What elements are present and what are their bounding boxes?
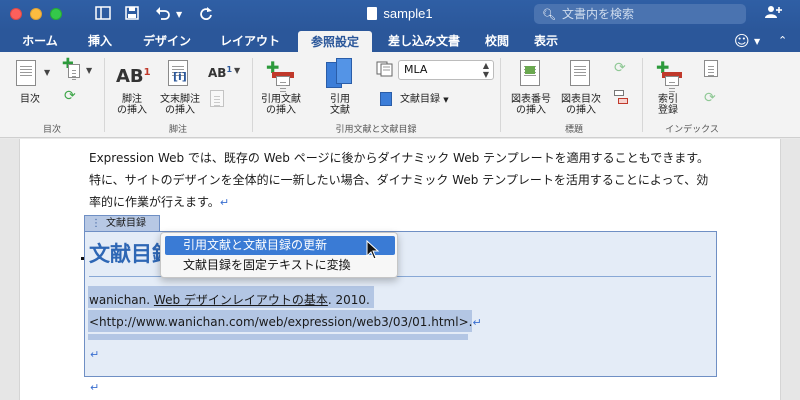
entry-url: <http://www.wanichan.com/web/expression/… bbox=[89, 315, 473, 329]
paragraph-mark-icon: ↵ bbox=[472, 316, 482, 329]
insert-footnote-button[interactable]: AB1 bbox=[116, 62, 151, 90]
tab-view[interactable]: 表示 bbox=[526, 30, 566, 52]
group-separator bbox=[500, 58, 501, 132]
convert-to-static-text-menu-item[interactable]: 文献目録を固定テキストに変換 bbox=[165, 256, 395, 275]
update-index-icon[interactable]: ⟳ bbox=[704, 90, 716, 106]
update-toc-icon[interactable]: ⟳ bbox=[64, 88, 76, 104]
books-icon-back bbox=[336, 58, 352, 84]
tab-home[interactable]: ホーム bbox=[10, 30, 70, 52]
toc-button[interactable] bbox=[16, 60, 40, 90]
paragraph-mark-icon: ↵ bbox=[90, 381, 100, 394]
show-notes-icon[interactable] bbox=[210, 90, 224, 107]
mark-entry-label: 索引 登録 bbox=[658, 94, 678, 116]
insert-citation-doc-icon bbox=[276, 76, 290, 86]
tab-mailings[interactable]: 差し込み文書 bbox=[378, 30, 470, 52]
tab-insert[interactable]: 挿入 bbox=[77, 30, 123, 52]
search-field[interactable]: 🔍︎ 文書内を検索 bbox=[534, 4, 746, 24]
paragraph-line-last: 率的に作業が行えます。↵ bbox=[89, 194, 229, 211]
caption-picture-icon bbox=[525, 66, 535, 74]
insert-table-of-figures-label: 図表目次 の挿入 bbox=[561, 94, 601, 116]
mark-entry-doc-icon bbox=[665, 76, 679, 86]
insert-endnote-button[interactable]: [i] bbox=[164, 60, 194, 90]
add-text-doc-icon bbox=[68, 64, 80, 78]
captions-group-label: 標題 bbox=[564, 125, 583, 135]
insert-footnote-label: 脚注 の挿入 bbox=[117, 94, 147, 116]
bibliography-label: 文献目録 bbox=[400, 94, 440, 105]
ribbon: ▼ 目次 ✚ ▼ ⟳ 目次 AB1 脚注 の挿入 [i] 文末脚注 の挿入 AB… bbox=[0, 52, 800, 138]
tab-references[interactable]: 参照設定 bbox=[298, 31, 372, 52]
document-icon bbox=[367, 7, 378, 20]
insert-caption-label: 図表番号 の挿入 bbox=[511, 94, 551, 116]
citations-group-label: 引用文献と文献目録 bbox=[335, 125, 417, 135]
style-icon bbox=[376, 61, 394, 77]
table-of-figures-icon bbox=[570, 60, 590, 86]
citation-label: 引用 文献 bbox=[330, 94, 350, 116]
citation-style-select[interactable]: MLA ▲ ▼ bbox=[398, 60, 494, 80]
tab-layout[interactable]: レイアウト bbox=[208, 30, 292, 52]
collapse-ribbon-icon[interactable]: ⌃ bbox=[778, 34, 787, 47]
bibliography-dropdown-icon: ▼ bbox=[443, 96, 449, 104]
search-icon: 🔍︎ bbox=[542, 8, 556, 21]
bibliography-button[interactable]: 文献目録 ▼ bbox=[400, 94, 460, 106]
next-footnote-icon: AB1 bbox=[208, 65, 233, 80]
bibliography-entry-line-1: wanichan. Web デザインレイアウトの基本. 2010. bbox=[89, 291, 370, 308]
citation-style-value: MLA bbox=[404, 63, 428, 76]
feedback-dropdown-icon[interactable]: ▼ bbox=[754, 37, 760, 46]
footnote-group-label: 脚注 bbox=[168, 125, 187, 135]
mark-entry-button[interactable]: ✚ bbox=[656, 58, 684, 90]
title-bar: ▼ sample1 🔍︎ 文書内を検索 bbox=[0, 0, 800, 30]
ribbon-tab-bar: ホーム 挿入 デザイン レイアウト 参照設定 差し込み文書 校閲 表示 ☺ ▼ … bbox=[0, 30, 800, 52]
insert-caption-button[interactable] bbox=[520, 60, 542, 88]
group-separator bbox=[642, 58, 643, 132]
add-text-dropdown-icon[interactable]: ▼ bbox=[86, 66, 92, 75]
paragraph-line: 率的に作業が行えます。 bbox=[89, 195, 220, 209]
insert-index-icon[interactable] bbox=[704, 60, 718, 77]
footnote-ab-icon: AB1 bbox=[116, 66, 151, 87]
search-placeholder: 文書内を検索 bbox=[561, 7, 634, 21]
left-edge-marker bbox=[81, 257, 84, 260]
paragraph-line: 特に、サイトのデザインを全体的に一新したい場合、ダイナミック Web テンプレー… bbox=[89, 173, 709, 187]
selection-highlight bbox=[88, 334, 468, 340]
next-footnote-dropdown-icon[interactable]: ▼ bbox=[234, 66, 240, 75]
paragraph-mark-icon: ↵ bbox=[90, 348, 100, 361]
update-citations-menu-item[interactable]: 引用文献と文献目録の更新 bbox=[165, 236, 395, 255]
entry-author: wanichan. bbox=[89, 293, 154, 307]
tab-review[interactable]: 校閲 bbox=[478, 30, 516, 52]
drag-handle-icon[interactable]: ⋮ bbox=[91, 218, 101, 229]
insert-table-of-figures-button[interactable] bbox=[570, 60, 592, 88]
entry-title: Web デザインレイアウトの基本 bbox=[153, 293, 328, 307]
toc-label: 目次 bbox=[20, 94, 40, 105]
add-user-icon[interactable] bbox=[764, 5, 782, 23]
next-footnote-button[interactable]: AB1 bbox=[208, 62, 232, 81]
feedback-smiley-icon[interactable]: ☺ bbox=[734, 32, 750, 50]
toc-dropdown-icon[interactable]: ▼ bbox=[44, 68, 50, 77]
bibliography-context-menu: 引用文献と文献目録の更新 文献目録を固定テキストに変換 bbox=[160, 232, 398, 278]
group-separator bbox=[252, 58, 253, 132]
window-title: sample1 bbox=[383, 6, 433, 21]
tab-design[interactable]: デザイン bbox=[132, 30, 202, 52]
select-arrows-icon: ▲ ▼ bbox=[482, 61, 489, 79]
bibliography-tag-label: 文献目録 bbox=[106, 218, 146, 229]
toc-icon bbox=[16, 60, 36, 86]
insert-citation-label: 引用文献 の挿入 bbox=[261, 94, 301, 116]
index-group-label: インデックス bbox=[665, 125, 719, 135]
bibliography-control-tab[interactable]: ⋮ 文献目録 bbox=[84, 215, 160, 231]
add-text-button[interactable]: ✚ bbox=[62, 56, 84, 78]
endnote-marker: [i] bbox=[173, 70, 187, 83]
bibliography-entry-line-2: <http://www.wanichan.com/web/expression/… bbox=[89, 315, 482, 329]
manage-sources-button[interactable] bbox=[326, 58, 354, 90]
update-table-icon[interactable]: ⟳ bbox=[614, 60, 626, 76]
insert-citation-button[interactable]: ✚ bbox=[266, 58, 294, 90]
toc-group-label: 目次 bbox=[42, 125, 61, 135]
cross-reference-icon[interactable] bbox=[614, 90, 630, 106]
insert-endnote-label: 文末脚注 の挿入 bbox=[160, 94, 200, 116]
bibliography-icon bbox=[380, 92, 396, 106]
group-separator bbox=[104, 58, 105, 132]
paragraph-mark-icon: ↵ bbox=[219, 196, 230, 209]
entry-year: . 2010. bbox=[327, 293, 370, 307]
paragraph-line: Expression Web では、既存の Web ページに後からダイナミック … bbox=[89, 151, 709, 165]
